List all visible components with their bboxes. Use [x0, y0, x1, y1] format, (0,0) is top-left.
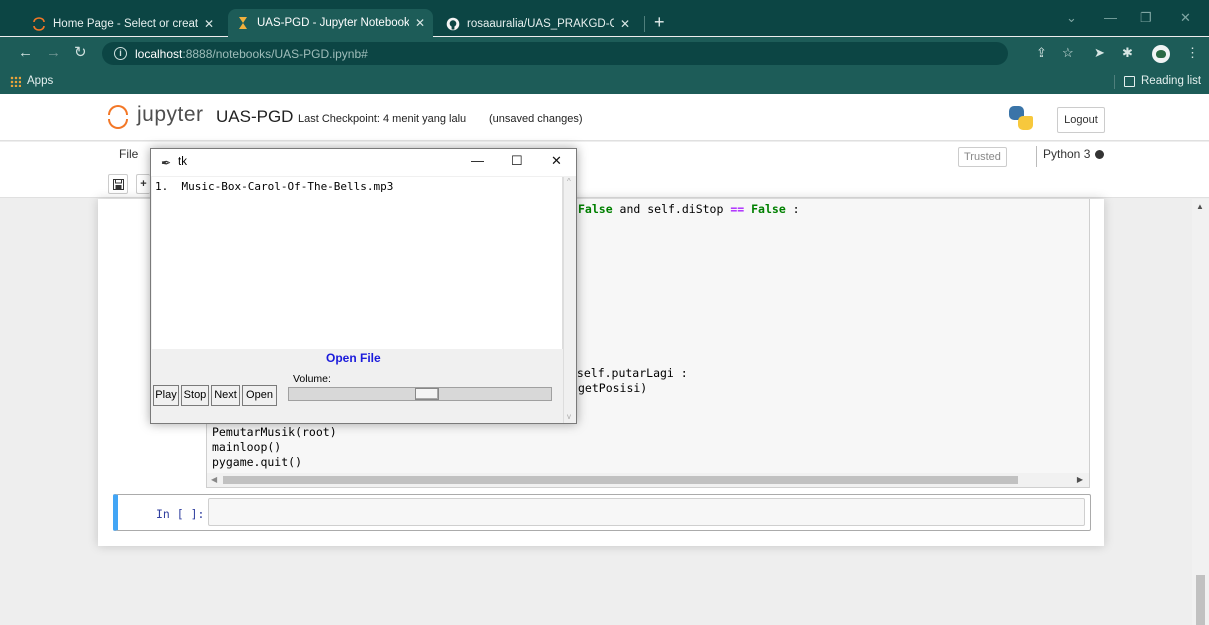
jupyter-wordmark[interactable]: jupyter: [137, 103, 204, 127]
code-line: mainloop(): [212, 440, 282, 454]
code-line: getPosisi): [578, 381, 648, 395]
reload-icon[interactable]: ↻: [74, 45, 87, 60]
open-file-label: Open File: [326, 351, 381, 365]
tk-window-title: tk: [178, 156, 187, 168]
share-icon[interactable]: ⇪: [1036, 46, 1047, 60]
stop-button[interactable]: Stop: [181, 385, 209, 406]
site-info-icon[interactable]: i: [114, 47, 127, 60]
hourglass-icon: [239, 17, 247, 29]
browser-toolbar: ← → ↻ i localhost:8888/notebooks/UAS-PGD…: [0, 37, 1209, 70]
playlist-item[interactable]: 1. Music-Box-Carol-Of-The-Bells.mp3: [155, 180, 393, 193]
close-tab-icon[interactable]: ✕: [409, 16, 425, 30]
code-horizontal-scrollbar[interactable]: ◀ ▶: [207, 473, 1089, 487]
bookmark-separator: [1114, 75, 1115, 89]
playlist-scrollbar[interactable]: ^ v: [563, 177, 576, 423]
tab-github[interactable]: rosaauralia/UAS_PRAKGD-GD ✕: [438, 11, 638, 37]
tk-music-player-window: ✒ tk — ☐ ✕ 1. Music-Box-Carol-Of-The-Bel…: [150, 148, 577, 424]
logout-button[interactable]: Logout: [1057, 107, 1105, 133]
scroll-left-icon[interactable]: ◀: [211, 475, 217, 484]
scroll-down-icon[interactable]: v: [567, 412, 571, 421]
url-path: :8888/notebooks/UAS-PGD.ipynb#: [182, 46, 368, 61]
browser-tab-strip: Home Page - Select or create a n ✕ UAS-P…: [0, 0, 1209, 37]
apps-grid-icon: [10, 75, 21, 87]
trusted-badge[interactable]: Trusted: [958, 147, 1007, 167]
url-host: localhost: [135, 46, 183, 61]
reading-list-label: Reading list: [1141, 75, 1202, 87]
empty-cell-input[interactable]: [208, 498, 1085, 526]
new-tab-button[interactable]: +: [654, 13, 665, 31]
tk-close-icon[interactable]: ✕: [551, 153, 562, 169]
scrollbar-thumb[interactable]: [223, 476, 1018, 484]
extensions-puzzle-icon[interactable]: ✱: [1122, 46, 1133, 60]
scroll-up-icon[interactable]: ▲: [1196, 202, 1204, 211]
volume-label: Volume:: [293, 373, 331, 385]
input-prompt: In [ ]:: [156, 507, 205, 521]
volume-slider-handle[interactable]: [415, 388, 439, 400]
tab-uas-pgd[interactable]: UAS-PGD - Jupyter Notebook ✕: [228, 9, 433, 37]
code-line: self.putarLagi :: [570, 366, 688, 380]
plus-icon: +: [140, 178, 147, 190]
volume-slider[interactable]: [288, 387, 552, 401]
tab-separator: [644, 16, 645, 32]
tab-title: Home Page - Select or create a n: [53, 18, 198, 30]
kernel-busy-indicator-icon: [1095, 150, 1104, 159]
address-bar[interactable]: i localhost:8888/notebooks/UAS-PGD.ipynb…: [102, 42, 1008, 65]
unsaved-changes-label: (unsaved changes): [489, 113, 583, 125]
tab-title: UAS-PGD - Jupyter Notebook: [257, 17, 409, 29]
reading-list-button[interactable]: Reading list: [1124, 75, 1201, 87]
kernel-separator: [1036, 146, 1037, 167]
tk-title-bar[interactable]: ✒ tk — ☐ ✕: [151, 149, 576, 176]
bookmark-star-icon[interactable]: ☆: [1062, 46, 1074, 60]
kernel-name[interactable]: Python 3: [1043, 147, 1090, 161]
close-tab-icon[interactable]: ✕: [198, 17, 214, 31]
tk-feather-icon: ✒: [161, 156, 172, 170]
scrollbar-thumb[interactable]: [1196, 575, 1205, 625]
tab-home-page[interactable]: Home Page - Select or create a n ✕: [24, 11, 222, 37]
restore-window-icon[interactable]: ❐: [1140, 10, 1152, 26]
jupyter-logo-icon[interactable]: [106, 102, 132, 132]
tab-search-icon[interactable]: ⌄: [1066, 10, 1077, 26]
forward-arrow-icon[interactable]: →: [46, 45, 61, 60]
bookmarks-bar: Apps Reading list: [0, 70, 1209, 94]
open-button[interactable]: Open: [242, 385, 277, 406]
next-button[interactable]: Next: [211, 385, 240, 406]
minimize-window-icon[interactable]: —: [1104, 10, 1117, 25]
code-line: pygame.quit(): [212, 455, 303, 469]
play-button[interactable]: Play: [153, 385, 179, 406]
python-logo-icon: [1009, 106, 1033, 130]
insert-cell-button[interactable]: +: [136, 174, 150, 194]
close-window-icon[interactable]: ✕: [1180, 10, 1191, 26]
jupyter-header: jupyter UAS-PGD Last Checkpoint: 4 menit…: [0, 94, 1209, 141]
playlist-listbox[interactable]: 1. Music-Box-Carol-Of-The-Bells.mp3: [152, 177, 563, 349]
close-tab-icon[interactable]: ✕: [614, 17, 630, 31]
reading-list-icon: [1124, 75, 1135, 87]
back-arrow-icon[interactable]: ←: [18, 45, 33, 60]
jupyter-favicon-icon: [33, 17, 45, 31]
notebook-name[interactable]: UAS-PGD: [216, 107, 293, 127]
cursor-extension-icon[interactable]: ➤: [1094, 46, 1105, 60]
scroll-right-icon[interactable]: ▶: [1077, 475, 1083, 484]
tab-title: rosaauralia/UAS_PRAKGD-GD: [467, 18, 614, 30]
profile-avatar[interactable]: [1152, 45, 1170, 63]
menu-file[interactable]: File: [119, 147, 138, 161]
save-notebook-button[interactable]: [108, 174, 128, 194]
checkpoint-status: Last Checkpoint: 4 menit yang lalu: [298, 113, 467, 125]
browser-menu-icon[interactable]: ⋮: [1186, 46, 1199, 60]
apps-shortcut[interactable]: Apps: [10, 75, 53, 87]
github-icon: [446, 17, 460, 31]
code-line: PemutarMusik(root): [212, 425, 337, 439]
code-line: False and self.diStop == False :: [578, 202, 800, 216]
apps-label: Apps: [27, 75, 54, 87]
scroll-up-icon[interactable]: ^: [567, 177, 571, 186]
tk-minimize-icon[interactable]: —: [471, 153, 484, 168]
tk-maximize-icon[interactable]: ☐: [511, 153, 523, 169]
page-vertical-scrollbar[interactable]: ▲: [1192, 199, 1209, 625]
floppy-disk-icon: [112, 179, 124, 190]
